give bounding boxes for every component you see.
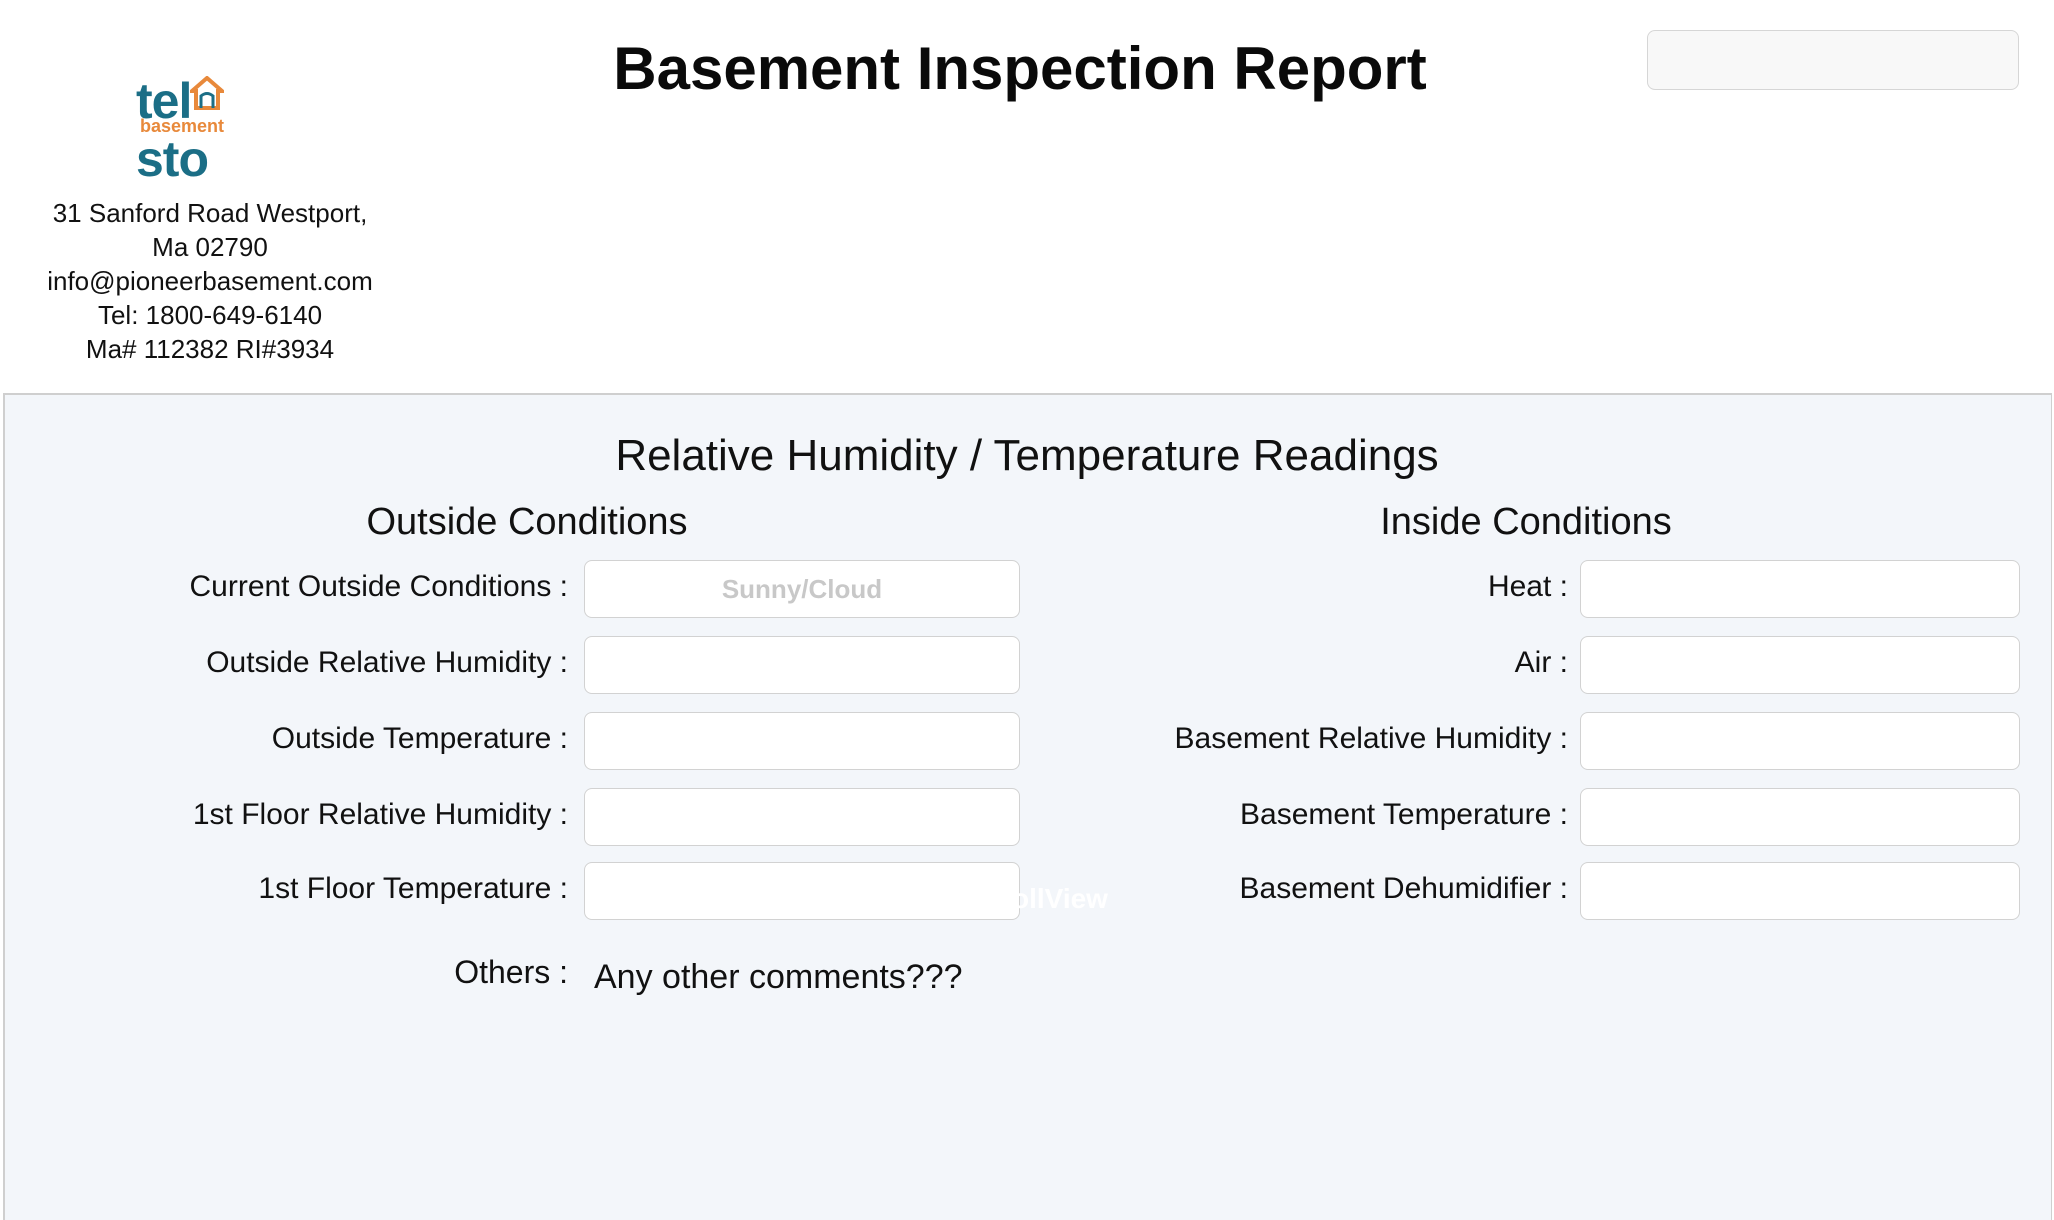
heat-label: Heat :	[1487, 570, 1568, 603]
top-right-field[interactable]	[1647, 30, 2019, 90]
outside-conditions-title: Outside Conditions	[366, 501, 688, 543]
others-label: Others :	[454, 954, 568, 990]
section-title: Relative Humidity / Temperature Readings	[615, 431, 1439, 480]
report-header: telsto basement 31 Sanford Road Westport…	[0, 0, 2054, 393]
first-floor-temperature-label: 1st Floor Temperature :	[258, 872, 568, 905]
first-floor-relative-humidity-input[interactable]	[584, 788, 1020, 846]
heat-input[interactable]	[1580, 560, 2020, 618]
basement-dehumidifier-input[interactable]	[1580, 862, 2020, 920]
page-title: Basement Inspection Report	[613, 35, 1427, 102]
first-floor-temperature-input[interactable]	[584, 862, 1020, 920]
outside-relative-humidity-label: Outside Relative Humidity :	[206, 646, 568, 679]
basement-temperature-input[interactable]	[1580, 788, 2020, 846]
house-icon	[190, 76, 224, 110]
email-line: info@pioneerbasement.com	[47, 266, 373, 296]
license-line: Ma# 112382 RI#3934	[85, 334, 335, 364]
outside-temperature-label: Outside Temperature :	[271, 722, 568, 755]
basement-relative-humidity-input[interactable]	[1580, 712, 2020, 770]
address-line: Ma 02790	[152, 232, 268, 262]
current-outside-conditions-label: Current Outside Conditions :	[189, 570, 568, 603]
basement-dehumidifier-label: Basement Dehumidifier :	[1239, 872, 1568, 905]
company-logo: telsto basement	[136, 72, 296, 187]
outside-temperature-input[interactable]	[584, 712, 1020, 770]
phone-line: Tel: 1800-649-6140	[97, 300, 323, 330]
basement-temperature-label: Basement Temperature :	[1240, 798, 1568, 831]
address-line: 31 Sanford Road Westport,	[52, 198, 368, 228]
first-floor-relative-humidity-label: 1st Floor Relative Humidity :	[192, 798, 568, 831]
air-input[interactable]	[1580, 636, 2020, 694]
logo-subtitle: basement	[140, 116, 225, 136]
current-outside-conditions-input[interactable]	[584, 560, 1020, 618]
scrollview-ghost-label: ollView	[1012, 883, 1108, 914]
others-comments-textarea[interactable]: Any other comments???	[594, 958, 1494, 1178]
outside-relative-humidity-input[interactable]	[584, 636, 1020, 694]
air-label: Air :	[1514, 646, 1568, 679]
company-address: 31 Sanford Road Westport, Ma 02790 info@…	[30, 196, 390, 366]
basement-relative-humidity-label: Basement Relative Humidity :	[1174, 722, 1569, 755]
inside-conditions-title: Inside Conditions	[1380, 501, 1672, 543]
